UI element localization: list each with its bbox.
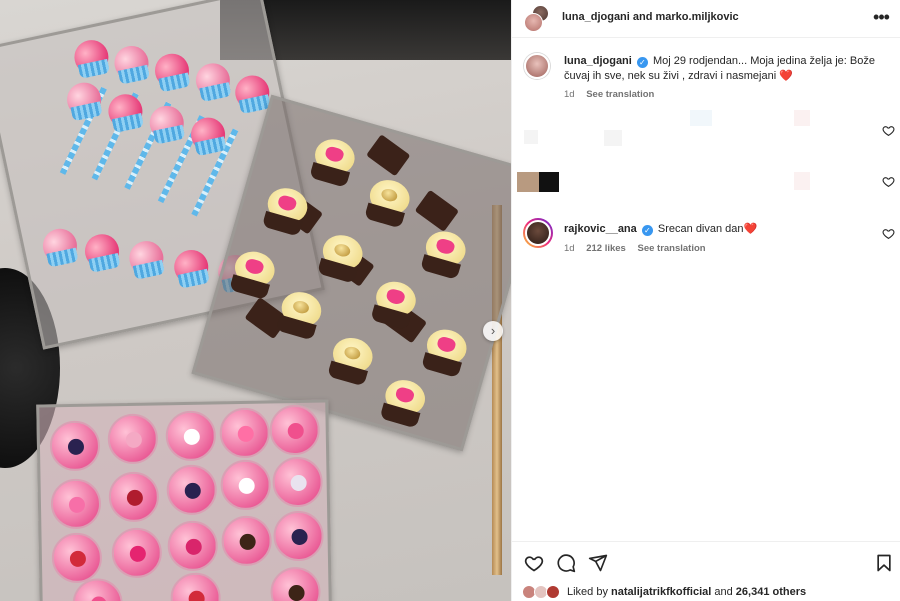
pink-sweets-box: [36, 399, 332, 601]
cake-pop: [111, 42, 152, 84]
cupcake: [417, 322, 474, 379]
comment-likes[interactable]: 212 likes: [586, 243, 626, 254]
cupcake: [225, 244, 282, 301]
pink-sweet: [170, 572, 222, 601]
post-side-panel: luna_djogani and marko.miljkovic ••• lun…: [511, 0, 900, 601]
liked-by-label: Liked by: [567, 586, 608, 598]
image-thumbnail: [539, 172, 559, 192]
pink-sweet: [167, 520, 219, 572]
see-translation-link[interactable]: See translation: [586, 89, 654, 100]
pink-sweet: [220, 459, 272, 511]
likes-text: Liked by natalijatrikfkofficial and 26,3…: [567, 586, 806, 598]
see-translation-link[interactable]: See translation: [637, 243, 705, 254]
collab-avatars[interactable]: [524, 5, 552, 33]
placeholder-block: [604, 130, 622, 146]
bookmark-icon[interactable]: [874, 553, 894, 573]
cake-pop: [126, 237, 167, 279]
post-authors[interactable]: luna_djogani and marko.miljkovic: [562, 11, 739, 23]
avatar[interactable]: [524, 13, 543, 32]
pink-sweet: [272, 456, 324, 508]
heart-icon[interactable]: [882, 124, 895, 137]
image-thumbnail: [517, 172, 539, 192]
cupcake: [416, 224, 473, 281]
pink-sweet: [166, 464, 218, 516]
comment-username[interactable]: rajkovic__ana: [564, 223, 637, 235]
send-icon[interactable]: [588, 553, 608, 573]
cake-pop: [71, 36, 112, 78]
placeholder-block: [690, 110, 712, 126]
cake-pop: [151, 50, 193, 91]
cupcake: [323, 331, 380, 388]
cupcake: [376, 373, 433, 430]
liked-by-user[interactable]: natalijatrikfkofficial: [611, 586, 711, 598]
comment-time[interactable]: 1d: [564, 243, 575, 254]
pink-sweet: [269, 404, 321, 456]
like-heart-icon[interactable]: [524, 553, 544, 573]
more-icon[interactable]: •••: [868, 6, 894, 28]
pink-sweet: [273, 510, 324, 562]
cake-pop: [232, 72, 273, 113]
caption-username[interactable]: luna_djogani: [564, 55, 632, 67]
avatar: [546, 585, 560, 599]
caption-avatar[interactable]: [524, 53, 550, 79]
pink-sweet: [111, 527, 163, 579]
cake-pop: [81, 231, 123, 272]
placeholder-block: [794, 172, 810, 190]
cake-pop: [171, 246, 212, 288]
pink-sweet: [219, 407, 271, 459]
heart-emoji: ❤️: [779, 69, 793, 82]
placeholder-block: [794, 110, 810, 126]
cake-pop: [105, 91, 146, 132]
pink-sweet: [108, 471, 160, 523]
verified-badge-icon: ✓: [636, 57, 648, 68]
caption-meta: 1d See translation: [564, 89, 663, 100]
post-caption: luna_djogani ✓ Moj 29 rodjendan... Moja …: [564, 54, 884, 83]
comment-avatar[interactable]: [523, 218, 553, 248]
cupcake: [305, 132, 362, 189]
heart-icon[interactable]: [882, 175, 895, 188]
heart-icon[interactable]: [882, 227, 895, 240]
pink-sweet: [107, 413, 159, 465]
post-image[interactable]: ›: [0, 0, 511, 601]
pink-sweet: [51, 532, 103, 584]
comment-text: Srecan divan dan: [657, 223, 744, 235]
next-image-button[interactable]: ›: [483, 321, 503, 341]
comment-meta: 1d 212 likes See translation: [564, 243, 715, 254]
cake-pop: [187, 114, 229, 155]
post-actions: Liked by natalijatrikfkofficial and 26,3…: [512, 541, 900, 601]
pink-sweet: [165, 410, 217, 462]
caption-time[interactable]: 1d: [564, 89, 575, 100]
comment-icon[interactable]: [556, 553, 576, 573]
heart-emoji: ❤️: [743, 223, 758, 235]
cupcake: [360, 173, 417, 230]
placeholder-block: [524, 130, 538, 144]
verified-badge-icon: ✓: [641, 225, 653, 236]
liked-by-others[interactable]: 26,341 others: [736, 586, 806, 598]
pink-sweet: [221, 515, 273, 567]
pink-sweet: [270, 566, 321, 601]
comment: rajkovic__ana ✓ Srecan divan dan❤️: [564, 222, 757, 236]
brownie: [366, 134, 411, 177]
pink-sweet: [49, 420, 101, 472]
post-header: luna_djogani and marko.miljkovic •••: [512, 0, 900, 38]
cake-pop: [39, 225, 81, 266]
chevron-right-icon: ›: [490, 323, 496, 338]
cake-pop: [63, 79, 105, 120]
liked-by-joiner: and: [714, 586, 733, 598]
cake-pop: [192, 60, 234, 101]
cupcake: [272, 285, 329, 342]
pink-sweet: [50, 478, 102, 530]
